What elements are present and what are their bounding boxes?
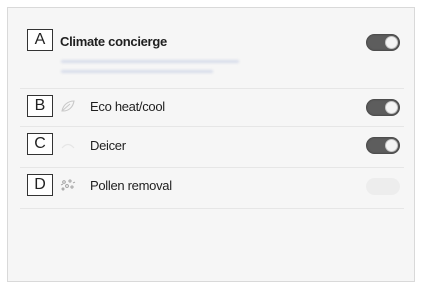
leaf-icon <box>61 100 75 112</box>
setting-row-pollen-removal[interactable]: D Pollen removal <box>8 168 414 208</box>
pollen-icon <box>60 179 76 191</box>
marker-a: A <box>27 29 53 51</box>
pollen-removal-toggle[interactable] <box>366 178 400 195</box>
eco-heat-cool-toggle[interactable] <box>366 99 400 116</box>
marker-b: B <box>27 95 53 117</box>
toggle-knob <box>385 101 398 114</box>
deicer-toggle[interactable] <box>366 137 400 154</box>
pollen-removal-label: Pollen removal <box>90 178 172 193</box>
toggle-knob <box>385 36 398 49</box>
marker-c: C <box>27 133 53 155</box>
setting-row-deicer[interactable]: C Deicer <box>8 127 414 167</box>
settings-screen: A Climate concierge B Eco heat/cool C De… <box>7 7 415 282</box>
deicer-label: Deicer <box>90 138 126 153</box>
climate-concierge-label: Climate concierge <box>60 34 167 49</box>
toggle-knob <box>385 139 398 152</box>
setting-row-eco-heat-cool[interactable]: B Eco heat/cool <box>8 89 414 126</box>
marker-d: D <box>27 174 53 196</box>
climate-concierge-toggle[interactable] <box>366 34 400 51</box>
deicer-icon <box>61 143 75 149</box>
setting-row-climate-concierge[interactable]: A Climate concierge <box>8 8 414 88</box>
divider <box>20 208 404 209</box>
eco-heat-cool-label: Eco heat/cool <box>90 99 165 114</box>
